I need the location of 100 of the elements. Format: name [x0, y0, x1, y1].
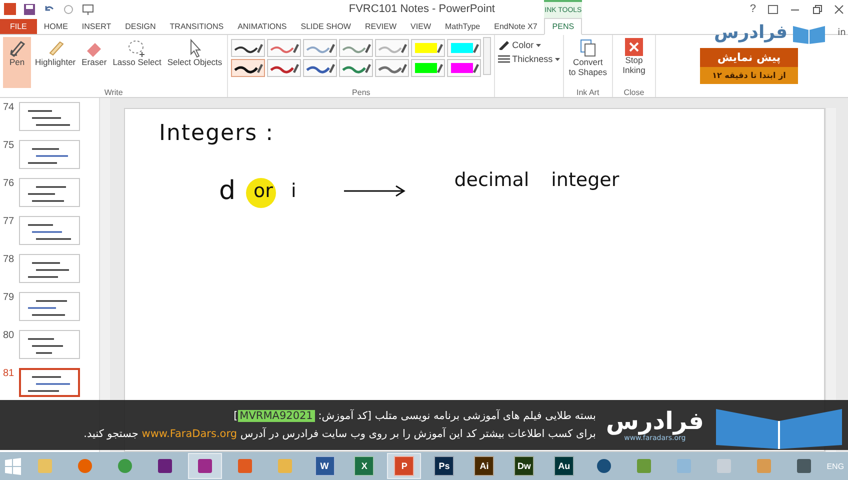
brand-logo-text: فرادرس [714, 23, 788, 43]
taskbar-app-button[interactable]: W [308, 453, 342, 479]
pen-tip-icon [257, 44, 264, 53]
group-label: Ink Art [576, 88, 600, 97]
taskbar-app-button[interactable]: Ps [427, 453, 462, 479]
pen-swatch[interactable] [267, 39, 302, 57]
slide-number: 78 [3, 254, 16, 265]
pen-swatch[interactable] [411, 39, 446, 57]
pen-swatch[interactable] [339, 39, 374, 57]
convert-to-shapes-button[interactable]: Convert to Shapes [566, 37, 609, 88]
slide-number: 80 [3, 330, 16, 341]
pen-icon [7, 38, 27, 58]
app-icon: X [354, 456, 374, 476]
app-icon: Ai [474, 456, 494, 476]
sign-in-text[interactable]: in [838, 28, 846, 38]
stop-inking-button[interactable]: Stop Inking [616, 37, 652, 88]
windows-start-icon[interactable] [4, 457, 22, 475]
ink-text: or [254, 180, 273, 202]
slide-thumbnail[interactable] [19, 254, 80, 283]
brand-logo-text: فرادرس [606, 408, 704, 434]
slide-number: 74 [3, 102, 16, 113]
taskbar-app-button[interactable]: P [387, 453, 422, 479]
save-icon[interactable] [24, 4, 35, 14]
slide-thumbnail[interactable] [19, 102, 80, 131]
app-icon: P [394, 456, 414, 476]
pen-swatch[interactable] [339, 59, 374, 77]
slide-number: 81 [3, 368, 16, 379]
caret-icon [536, 44, 541, 46]
group-label: Pens [352, 88, 370, 97]
slideshow-icon[interactable] [82, 4, 94, 14]
ribbon-tab[interactable]: PENS [544, 18, 582, 35]
pen-tip-icon [437, 44, 444, 53]
slide-number: 79 [3, 292, 16, 303]
pointer-highlight [246, 178, 276, 208]
pen-tip-icon [401, 44, 408, 53]
ribbon-tool-button[interactable]: Select Objects [165, 37, 224, 88]
ribbon-tool-button[interactable]: Pen [3, 37, 31, 88]
taskbar-app-button[interactable] [188, 453, 222, 479]
ink-text: d [219, 176, 236, 206]
pen-swatch[interactable] [447, 59, 482, 77]
pen-tip-icon [437, 64, 444, 73]
taskbar-app-button[interactable]: X [347, 453, 382, 479]
thickness-button[interactable]: Thickness [498, 54, 560, 64]
ribbon-tool-button[interactable]: Highlighter [33, 37, 78, 88]
preview-title: پیش نمایش [700, 48, 798, 67]
line-weight-icon [498, 54, 510, 64]
slide-thumbnail[interactable] [19, 330, 80, 359]
caret-icon [554, 58, 560, 60]
ink-text: integer [551, 169, 620, 191]
pen-tip-icon [473, 64, 480, 73]
taskbar-app-button[interactable]: Ai [467, 453, 502, 479]
ink-text: decimal [454, 169, 530, 191]
close-icon [624, 38, 643, 56]
app-icon: Ps [434, 456, 454, 476]
slide-thumbnail[interactable] [19, 216, 80, 245]
window-title: FVRC101 Notes - PowerPoint [348, 3, 495, 15]
pen-tip-icon [329, 44, 336, 53]
group-label: Close [624, 88, 644, 97]
pen-swatch[interactable] [231, 39, 266, 57]
app-icon: Au [554, 456, 574, 476]
pen-swatch[interactable] [375, 39, 410, 57]
pen-tip-icon [365, 64, 372, 73]
taskbar-app-button[interactable]: Dw [507, 453, 542, 479]
pen-swatch[interactable] [303, 59, 338, 77]
shapes-icon [578, 38, 598, 58]
ribbon-display-icon[interactable] [768, 4, 778, 14]
pen-swatch[interactable] [231, 59, 266, 77]
pen-swatch[interactable] [267, 59, 302, 77]
pen-swatch[interactable] [411, 59, 446, 77]
pen-tip-icon [257, 64, 264, 73]
pen-tip-icon [293, 64, 300, 73]
color-button[interactable]: Color [498, 40, 560, 50]
pen-tip-icon [293, 44, 300, 53]
app-icon: W [314, 456, 334, 476]
slide-thumbnail[interactable] [19, 292, 80, 321]
slide-number: 77 [3, 216, 16, 227]
ink-text: i [290, 180, 296, 202]
ink-text: Integers : [159, 121, 274, 146]
slide-thumbnail[interactable] [19, 140, 80, 169]
pen-swatch[interactable] [375, 59, 410, 77]
lasso-icon [127, 38, 148, 58]
restore-icon[interactable] [812, 4, 822, 14]
pen-swatch[interactable] [447, 39, 482, 57]
ribbon-tool-button[interactable]: Lasso Select [110, 37, 164, 88]
pen-tip-icon [473, 44, 480, 53]
app-logo-icon [4, 3, 16, 15]
taskbar-app-button[interactable]: Au [547, 453, 582, 479]
preview-subtitle: از ابتدا تا دقیقه ۱۲ [700, 67, 798, 84]
app-icon: Dw [514, 456, 534, 476]
pen-swatch[interactable] [303, 39, 338, 57]
pen-color-icon [498, 40, 510, 50]
help-button[interactable]: ? [750, 3, 756, 15]
pen-tip-icon [329, 64, 336, 73]
slide-thumbnail[interactable] [19, 368, 80, 397]
close-icon[interactable] [834, 4, 844, 14]
ribbon-tool-button[interactable]: Eraser [80, 37, 109, 88]
group-label: Write [104, 88, 123, 97]
file-tab[interactable]: FILE [0, 19, 37, 34]
slide-number: 76 [3, 178, 16, 189]
slide-thumbnail[interactable] [19, 178, 80, 207]
